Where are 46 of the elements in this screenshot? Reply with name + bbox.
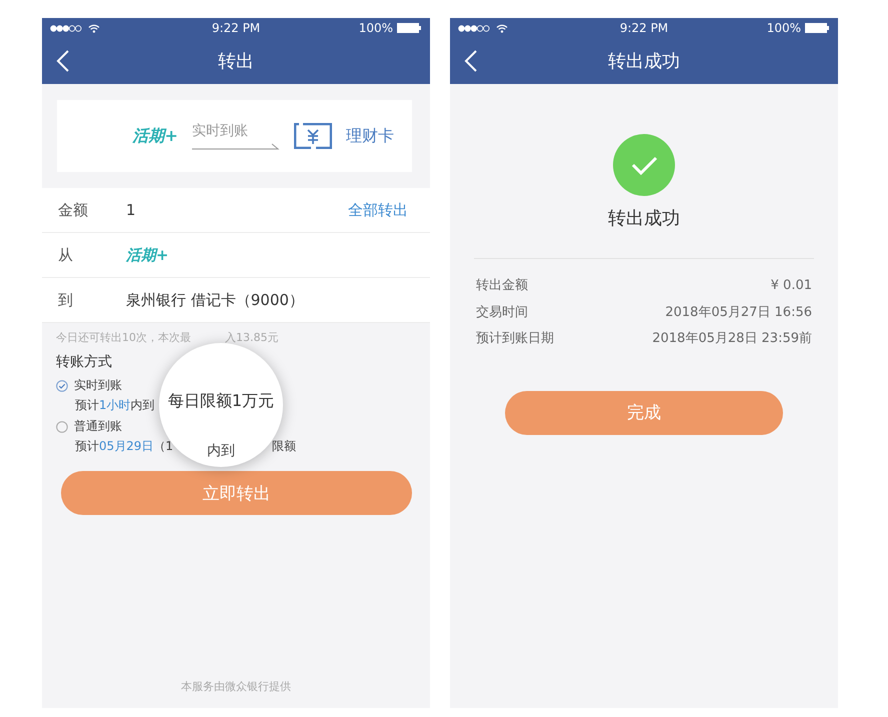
- arrival-label: 实时到账: [192, 122, 248, 140]
- signal-icon: [50, 24, 82, 32]
- account-brand: 活期+: [132, 126, 178, 146]
- detail-value: 2018年05月27日 16:56: [665, 304, 812, 322]
- field-label: 从: [58, 246, 74, 264]
- screen-title: 转出: [218, 50, 254, 73]
- account-brand: 活期+: [126, 246, 170, 264]
- limit-hint: 今日还可转出10次，本次最: [56, 330, 191, 345]
- section-title: 转账方式: [55, 353, 113, 372]
- field-label: 到: [58, 290, 74, 310]
- footer-note: 本服务由微众银行提供: [180, 679, 292, 694]
- card-icon: [294, 123, 332, 149]
- method-detail-tail: 限额: [272, 438, 296, 455]
- success-check-icon: [613, 134, 675, 196]
- battery-icon: [397, 23, 422, 33]
- detail-label: 预计到账日期: [476, 330, 554, 348]
- field-label: 金额: [58, 200, 89, 220]
- detail-value: ¥ 0.01: [770, 277, 812, 295]
- method-detail: 预计05月29日（1: [75, 438, 174, 455]
- battery-icon: [805, 23, 830, 33]
- detail-label: 转出金额: [476, 277, 528, 295]
- method-label[interactable]: 普通到账: [74, 418, 122, 435]
- back-icon[interactable]: [464, 50, 478, 72]
- result-message: 转出成功: [608, 207, 680, 230]
- transfer-all-link[interactable]: 全部转出: [348, 200, 408, 220]
- magnified-text: 每日限额1万元: [168, 390, 274, 412]
- wifi-icon: [496, 24, 508, 32]
- battery-percent: 100%: [766, 21, 801, 35]
- wifi-icon: [88, 24, 100, 32]
- limit-hint: 入13.85元: [225, 330, 278, 345]
- screen-title: 转出成功: [608, 50, 680, 73]
- back-icon[interactable]: [56, 50, 70, 72]
- signal-icon: [458, 24, 490, 32]
- radio-checked-icon[interactable]: [56, 380, 68, 392]
- detail-label: 交易时间: [476, 304, 528, 322]
- battery-percent: 100%: [358, 21, 393, 35]
- status-time: 9:22 PM: [210, 21, 262, 35]
- method-label[interactable]: 实时到账: [74, 377, 122, 394]
- target-account: 理财卡: [346, 126, 394, 146]
- magnified-text: 内到: [207, 442, 235, 460]
- amount-value[interactable]: 1: [126, 201, 348, 219]
- method-detail: 预计1小时内到: [75, 397, 155, 414]
- card-value[interactable]: 泉州银行 借记卡（9000）: [126, 290, 408, 310]
- status-time: 9:22 PM: [618, 21, 670, 35]
- detail-value: 2018年05月28日 23:59前: [652, 330, 812, 348]
- radio-icon[interactable]: [56, 420, 68, 432]
